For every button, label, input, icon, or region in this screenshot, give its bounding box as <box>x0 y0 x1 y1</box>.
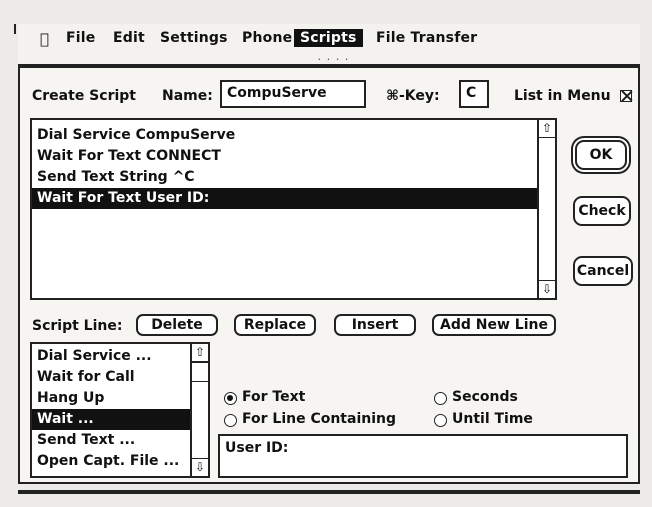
scroll-down-arrow-icon[interactable]: ⇩ <box>539 280 555 298</box>
list-in-menu-checkbox[interactable] <box>620 90 632 102</box>
radio-until-time[interactable] <box>434 414 447 427</box>
apple-menu-icon[interactable]:  <box>40 30 49 48</box>
menu-file-transfer[interactable]: File Transfer <box>376 30 477 46</box>
corner-mark <box>14 24 16 34</box>
command-key-label: ⌘-Key: <box>386 88 440 104</box>
script-lines-list[interactable]: Dial Service CompuServe Wait For Text CO… <box>30 118 557 300</box>
scroll-up-arrow-icon[interactable]: ⇧ <box>539 120 555 138</box>
name-label: Name: <box>162 88 213 104</box>
radio-seconds-label: Seconds <box>452 389 518 405</box>
menu-scripts[interactable]: Scripts <box>294 29 363 47</box>
command-item[interactable]: Hang Up <box>32 388 190 409</box>
command-item-selected[interactable]: Wait ... <box>32 409 190 430</box>
window-title-strip: · · · · <box>18 54 640 66</box>
script-line-row[interactable]: Dial Service CompuServe <box>32 125 537 146</box>
cancel-button[interactable]: Cancel <box>573 256 633 286</box>
title-strip-dots: · · · · <box>318 56 350 64</box>
menu-bar:  File Edit Settings Phone Scripts File … <box>18 24 640 57</box>
radio-until-time-label: Until Time <box>452 411 533 427</box>
list-in-menu-label: List in Menu <box>514 88 611 104</box>
command-list-scrollbar[interactable]: ⇧ ⇩ <box>190 344 208 476</box>
radio-for-text[interactable] <box>224 392 237 405</box>
script-line-label: Script Line: <box>32 318 123 334</box>
create-script-dialog: Create Script Name: CompuServe ⌘-Key: C … <box>18 66 640 484</box>
menu-file[interactable]: File <box>66 30 95 46</box>
command-item[interactable]: Dial Service ... <box>32 346 190 367</box>
create-script-label: Create Script <box>32 88 136 104</box>
radio-for-line-containing-label: For Line Containing <box>242 411 396 427</box>
scroll-up-arrow-icon[interactable]: ⇧ <box>192 344 208 362</box>
radio-for-text-label: For Text <box>242 389 306 405</box>
script-line-row[interactable]: Wait For Text CONNECT <box>32 146 537 167</box>
menu-edit[interactable]: Edit <box>113 30 145 46</box>
radio-for-line-containing[interactable] <box>224 414 237 427</box>
scroll-thumb[interactable] <box>192 362 208 382</box>
insert-button[interactable]: Insert <box>334 314 416 336</box>
name-input[interactable]: CompuServe <box>220 80 366 108</box>
command-key-input[interactable]: C <box>459 80 489 108</box>
window-bottom-border <box>18 490 640 494</box>
menu-phone[interactable]: Phone <box>242 30 292 46</box>
menu-settings[interactable]: Settings <box>160 30 228 46</box>
script-lines-scrollbar[interactable]: ⇧ ⇩ <box>537 120 555 298</box>
command-item[interactable]: Wait for Call <box>32 367 190 388</box>
command-item[interactable]: Send Text ... <box>32 430 190 451</box>
check-button[interactable]: Check <box>573 196 631 226</box>
ok-button[interactable]: OK <box>575 140 627 170</box>
add-new-line-button[interactable]: Add New Line <box>432 314 556 336</box>
wait-text-input[interactable]: User ID: <box>218 434 628 478</box>
delete-button[interactable]: Delete <box>136 314 218 336</box>
command-list[interactable]: Dial Service ... Wait for Call Hang Up W… <box>30 342 210 478</box>
scroll-down-arrow-icon[interactable]: ⇩ <box>192 458 208 476</box>
radio-seconds[interactable] <box>434 392 447 405</box>
replace-button[interactable]: Replace <box>234 314 316 336</box>
command-item[interactable]: Open Capt. File ... <box>32 451 190 472</box>
script-line-row[interactable]: Send Text String ^C <box>32 167 537 188</box>
script-line-row-selected[interactable]: Wait For Text User ID: <box>32 188 537 209</box>
